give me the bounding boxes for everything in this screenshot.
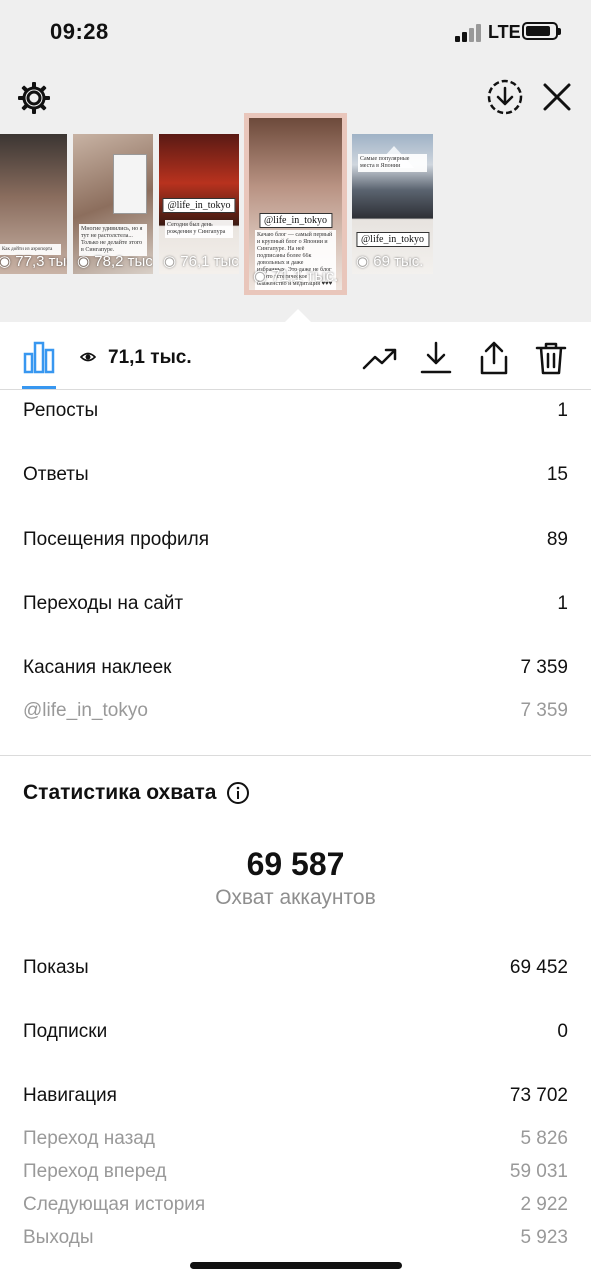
metric-label: Подписки <box>23 1021 108 1042</box>
story-views: ◉ 77,3 тыс. <box>0 253 67 270</box>
metric-row-forward: Переход вперед 59 031 <box>23 1161 568 1183</box>
metric-value: 59 031 <box>509 1161 568 1182</box>
story-views: ◉ 78,2 тыс. <box>77 253 153 270</box>
story-thumbnail[interactable]: Как дойти из аэропорта ◉ 77,3 тыс. <box>0 134 67 274</box>
metric-row-profile-visits: Посещения профиля 89 <box>23 529 568 551</box>
story-thumbnail-selected[interactable]: @life_in_tokyo Качаю блог — самый первый… <box>244 113 347 295</box>
story-view-count: 71,1 тыс. <box>108 347 192 368</box>
metric-label: Репосты <box>23 400 99 421</box>
metric-value: 0 <box>557 1021 568 1042</box>
accounts-reached-label: Охват аккаунтов <box>215 886 376 909</box>
story-thumbnail[interactable]: Самые популярные места в Японии @life_in… <box>352 134 433 274</box>
metric-row-navigation: Навигация 73 702 <box>23 1085 568 1107</box>
active-tab-indicator <box>22 386 56 389</box>
metric-label: @life_in_tokyo <box>23 700 148 721</box>
metric-value: 7 359 <box>520 700 568 721</box>
metric-value: 7 359 <box>520 657 568 678</box>
battery-icon <box>522 22 561 40</box>
download-icon[interactable] <box>418 340 454 376</box>
story-mention-sticker: @life_in_tokyo <box>258 213 333 228</box>
metric-label: Показы <box>23 957 89 978</box>
section-divider <box>0 755 591 756</box>
signal-strength-icon <box>455 24 483 42</box>
status-bar: 09:28 LTE <box>0 0 591 64</box>
home-indicator[interactable] <box>190 1262 402 1269</box>
story-views: ◉ 69 тыс. <box>356 253 424 270</box>
status-time: 09:28 <box>50 19 109 44</box>
metric-value: 15 <box>546 464 568 485</box>
insights-toolbar: 71,1 тыс. <box>0 322 591 390</box>
metric-value: 1 <box>557 593 568 614</box>
story-thumbnail[interactable]: @life_in_tokyo Сегодня был день рождения… <box>159 134 239 274</box>
metric-label: Выходы <box>23 1227 94 1248</box>
metric-row-exits: Выходы 5 923 <box>23 1227 568 1249</box>
promote-trend-icon[interactable] <box>362 340 398 376</box>
network-type: LTE <box>488 22 521 42</box>
selection-caret <box>284 309 312 323</box>
story-thumbnails: Как дойти из аэропорта ◉ 77,3 тыс. Многи… <box>0 110 591 310</box>
info-icon[interactable] <box>226 781 250 805</box>
metric-row-follows: Подписки 0 <box>23 1021 568 1043</box>
story-views: ◉ 71,1 тыс. <box>253 268 339 285</box>
metric-row-sticker-detail: @life_in_tokyo 7 359 <box>23 700 568 722</box>
story-views: ◉ 76,1 тыс. <box>163 253 239 270</box>
delete-trash-icon[interactable] <box>533 340 569 376</box>
metric-row-replies: Ответы 15 <box>23 464 568 486</box>
metric-label: Посещения профиля <box>23 529 209 550</box>
metric-value: 5 826 <box>520 1128 568 1149</box>
metric-row-website-clicks: Переходы на сайт 1 <box>23 593 568 615</box>
metric-label: Касания наклеек <box>23 657 172 678</box>
metric-label: Навигация <box>23 1085 117 1106</box>
metric-value: 73 702 <box>509 1085 568 1106</box>
metric-value: 1 <box>557 400 568 421</box>
metric-value: 89 <box>546 529 568 550</box>
story-carousel-area: 09:28 LTE Как дойти из аэропорта ◉ 77,3 … <box>0 0 591 323</box>
metric-row-impressions: Показы 69 452 <box>23 957 568 979</box>
metric-label: Переход назад <box>23 1128 155 1149</box>
metric-row-next-story: Следующая история 2 922 <box>23 1194 568 1216</box>
story-caption: Сегодня был день рождения у Сингапура <box>165 220 233 238</box>
story-mention-sticker: @life_in_tokyo <box>355 232 430 247</box>
accounts-reached-value: 69 587 <box>246 846 345 882</box>
metric-row-sticker-taps: Касания наклеек 7 359 <box>23 657 568 679</box>
reach-section-title: Статистика охвата <box>23 781 250 805</box>
metric-value: 2 922 <box>520 1194 568 1215</box>
metric-label: Следующая история <box>23 1194 206 1215</box>
metric-label: Переход вперед <box>23 1161 167 1182</box>
story-thumbnail[interactable]: Многие удивились, но я тут не растолстел… <box>73 134 153 274</box>
metric-label: Ответы <box>23 464 89 485</box>
story-caption: Самые популярные места в Японии <box>358 154 427 172</box>
eye-icon <box>79 350 97 362</box>
metric-row-reposts: Репосты 1 <box>23 400 568 422</box>
share-icon[interactable] <box>476 340 512 376</box>
metric-row-back: Переход назад 5 826 <box>23 1128 568 1150</box>
story-mention-sticker: @life_in_tokyo <box>162 198 236 213</box>
metric-label: Переходы на сайт <box>23 593 184 614</box>
reach-title-text: Статистика охвата <box>23 781 217 804</box>
metric-value: 69 452 <box>509 957 568 978</box>
insights-chart-icon[interactable] <box>22 340 56 374</box>
metric-value: 5 923 <box>520 1227 568 1248</box>
